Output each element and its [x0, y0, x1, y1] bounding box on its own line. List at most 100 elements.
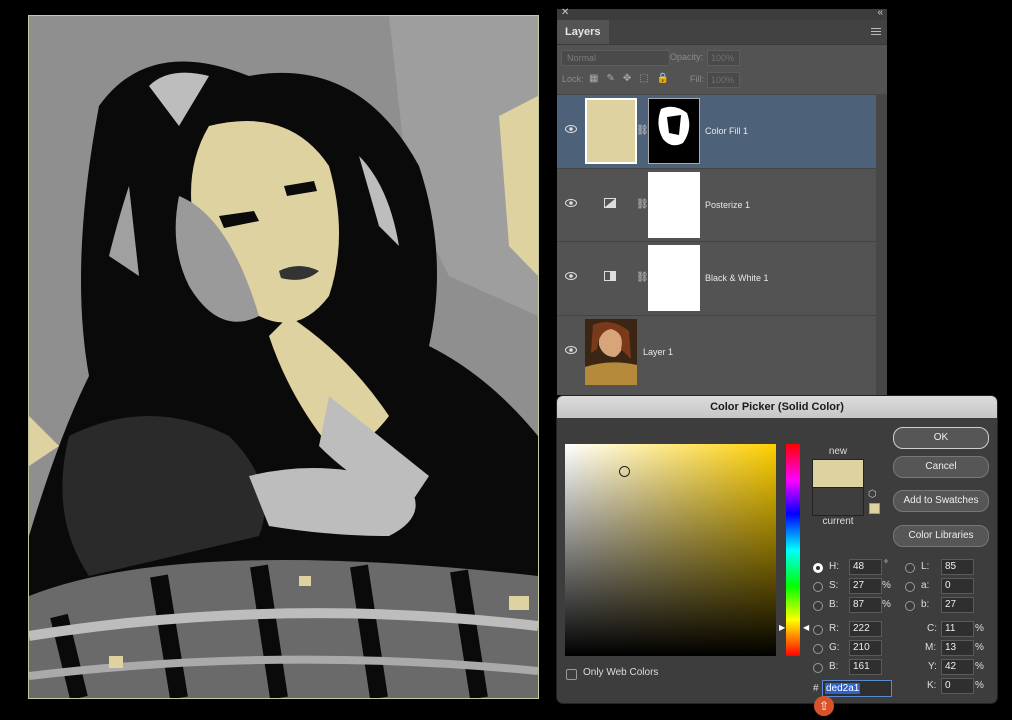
degree-unit: °	[884, 559, 888, 570]
saturation-radio[interactable]	[813, 582, 823, 592]
lab-a-radio[interactable]	[905, 582, 915, 592]
visibility-eye-icon[interactable]	[565, 199, 577, 207]
fill-input[interactable]: 100%	[707, 72, 740, 88]
layer-name[interactable]: Color Fill 1	[705, 126, 748, 136]
lab-b-input[interactable]: 27	[941, 597, 974, 613]
layers-scrollbar[interactable]	[876, 94, 887, 395]
layer-mask-thumbnail[interactable]	[648, 98, 700, 164]
collapse-panel-icon[interactable]: «	[877, 7, 883, 18]
hue-slider[interactable]	[786, 444, 800, 656]
out-of-gamut-cube-icon[interactable]: ⬡	[868, 489, 877, 500]
red-input[interactable]: 222	[849, 621, 882, 637]
document-canvas[interactable]	[28, 15, 539, 699]
link-chain-icon[interactable]: ⛓	[636, 125, 649, 136]
dialog-title: Color Picker (Solid Color)	[557, 396, 997, 418]
green-label: G:	[829, 642, 840, 653]
green-input[interactable]: 210	[849, 640, 882, 656]
hue-slider-left-arrow[interactable]: ▶	[779, 623, 785, 632]
percent-unit: %	[975, 680, 984, 691]
layer-name[interactable]: Layer 1	[643, 347, 673, 357]
opacity-input[interactable]: 100%	[707, 50, 740, 66]
hex-prefix: #	[813, 683, 819, 694]
shift-key-icon: ⇧	[814, 696, 834, 716]
lab-l-label: L:	[921, 561, 930, 572]
layer-name[interactable]: Black & White 1	[705, 273, 769, 283]
saturation-input[interactable]: 27	[849, 578, 882, 594]
hue-input[interactable]: 48	[849, 559, 882, 575]
blue-input[interactable]: 161	[849, 659, 882, 675]
lab-b-radio[interactable]	[905, 601, 915, 611]
hue-label: H:	[829, 561, 839, 572]
lab-a-label: a:	[921, 580, 930, 591]
panel-menu-icon[interactable]	[871, 26, 881, 37]
panel-top-strip: ✕ «	[557, 7, 887, 20]
color-picker-dialog: Color Picker (Solid Color) ▶ ◀ new curre…	[557, 396, 997, 703]
new-color-swatch	[812, 459, 864, 488]
color-selector-ring[interactable]	[619, 466, 630, 477]
black-input[interactable]: 0	[941, 678, 974, 694]
brightness-label: B:	[829, 599, 839, 610]
new-color-label: new	[828, 446, 848, 457]
brightness-radio[interactable]	[813, 601, 823, 611]
lab-a-input[interactable]: 0	[941, 578, 974, 594]
blue-radio[interactable]	[813, 663, 823, 673]
link-chain-icon[interactable]: ⛓	[636, 199, 649, 210]
ok-button[interactable]: OK	[893, 427, 989, 449]
layer-row-black-white[interactable]: ⛓ Black & White 1	[557, 241, 876, 315]
photo-layer-thumbnail[interactable]	[585, 319, 637, 385]
layer-row-layer-1[interactable]: Layer 1	[557, 315, 876, 389]
magenta-label: M:	[925, 642, 937, 653]
add-to-swatches-button[interactable]: Add to Swatches	[893, 490, 989, 512]
layers-panel: ✕ « Layers Normal Opacity: 100% Lock: ▦✎…	[557, 7, 887, 395]
visibility-eye-icon[interactable]	[565, 346, 577, 354]
visibility-eye-icon[interactable]	[565, 125, 577, 133]
blend-options-row: Normal Opacity: 100%	[557, 48, 887, 68]
brightness-input[interactable]: 87	[849, 597, 882, 613]
web-safe-swatch[interactable]	[869, 503, 880, 514]
color-libraries-button[interactable]: Color Libraries	[893, 525, 989, 547]
layer-row-posterize[interactable]: ⛓ Posterize 1	[557, 168, 876, 242]
magenta-input[interactable]: 13	[941, 640, 974, 656]
layer-row-color-fill[interactable]: ⛓ Color Fill 1	[557, 94, 876, 168]
yellow-label: Y:	[928, 661, 937, 672]
percent-unit: %	[975, 661, 984, 672]
green-radio[interactable]	[813, 644, 823, 654]
cyan-input[interactable]: 11	[941, 621, 974, 637]
color-fill-thumbnail[interactable]	[585, 98, 637, 164]
black-label: K:	[927, 680, 937, 691]
saturation-label: S:	[829, 580, 839, 591]
tab-layers[interactable]: Layers	[557, 20, 609, 44]
cancel-button[interactable]: Cancel	[893, 456, 989, 478]
blend-mode-select[interactable]: Normal	[561, 50, 670, 66]
close-panel-icon[interactable]: ✕	[561, 7, 569, 18]
visibility-eye-icon[interactable]	[565, 272, 577, 280]
lab-l-input[interactable]: 85	[941, 559, 974, 575]
hex-value[interactable]: ded2a1	[825, 683, 861, 694]
current-color-swatch[interactable]	[812, 487, 864, 516]
saturation-brightness-field[interactable]	[565, 444, 776, 656]
cyan-label: C:	[927, 623, 937, 634]
percent-unit: %	[882, 580, 891, 591]
percent-unit: %	[882, 599, 891, 610]
hex-input[interactable]: ded2a1	[822, 680, 892, 697]
layer-mask-thumbnail[interactable]	[648, 245, 700, 311]
layer-name[interactable]: Posterize 1	[705, 200, 750, 210]
only-web-colors-label: Only Web Colors	[583, 667, 659, 678]
hue-slider-right-arrow[interactable]: ◀	[803, 623, 809, 632]
red-label: R:	[829, 623, 839, 634]
percent-unit: %	[975, 623, 984, 634]
posterize-adjustment-icon	[604, 198, 616, 208]
blue-label: B:	[829, 661, 839, 672]
lab-l-radio[interactable]	[905, 563, 915, 573]
link-chain-icon[interactable]: ⛓	[636, 272, 649, 283]
layer-mask-thumbnail[interactable]	[648, 172, 700, 238]
hue-radio[interactable]	[813, 563, 823, 573]
only-web-colors-checkbox[interactable]	[566, 669, 577, 680]
lab-b-label: b:	[921, 599, 930, 610]
fill-label: Fill:	[690, 74, 704, 84]
current-color-label: current	[822, 516, 854, 527]
opacity-label: Opacity:	[670, 52, 704, 62]
lock-icons[interactable]: ▦✎✥⬚🔒	[589, 73, 677, 84]
yellow-input[interactable]: 42	[941, 659, 974, 675]
red-radio[interactable]	[813, 625, 823, 635]
